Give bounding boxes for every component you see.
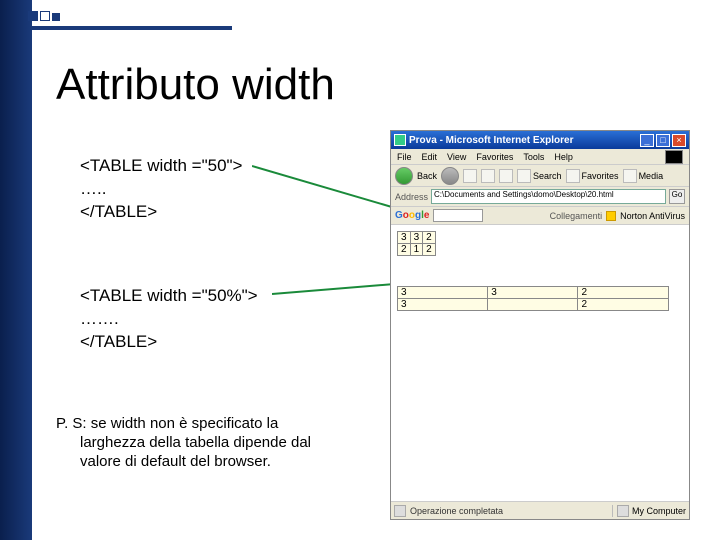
menu-edit[interactable]: Edit — [422, 152, 438, 162]
media-button[interactable]: Media — [623, 169, 664, 183]
google-search-input[interactable] — [433, 209, 483, 222]
computer-icon — [617, 505, 629, 517]
code-example-2: <TABLE width ="50%"> ……. </TABLE> — [80, 285, 258, 354]
code-line: <TABLE width ="50%"> — [80, 285, 258, 308]
zone-label: My Computer — [632, 506, 686, 516]
code-line: ……. — [80, 308, 258, 331]
slide-title: Attributo width — [56, 60, 335, 110]
table-row: 212 — [398, 244, 436, 256]
code-line: </TABLE> — [80, 331, 258, 354]
table-row: 332 — [398, 232, 436, 244]
windows-flag-icon — [665, 150, 683, 164]
browser-menubar: File Edit View Favorites Tools Help — [391, 149, 689, 165]
browser-titlebar[interactable]: Prova - Microsoft Internet Explorer _ □ … — [391, 131, 689, 149]
table-row: 32 — [398, 299, 669, 311]
code-line: ….. — [80, 178, 243, 201]
slide-side-decoration — [0, 0, 32, 540]
slide-rule-decoration — [32, 26, 232, 30]
address-input[interactable]: C:\Documents and Settings\domo\Desktop\2… — [431, 189, 666, 204]
slide-squares-decoration — [28, 8, 62, 26]
refresh-button[interactable] — [481, 169, 495, 183]
favorites-button[interactable]: Favorites — [566, 169, 619, 183]
security-zone: My Computer — [612, 505, 686, 517]
status-icon — [394, 505, 406, 517]
browser-window: Prova - Microsoft Internet Explorer _ □ … — [390, 130, 690, 520]
close-button[interactable]: × — [672, 134, 686, 147]
maximize-button[interactable]: □ — [656, 134, 670, 147]
example-table-50pct: 332 32 — [397, 286, 669, 311]
menu-file[interactable]: File — [397, 152, 412, 162]
example-table-50px: 332 212 — [397, 231, 436, 256]
code-example-1: <TABLE width ="50"> ….. </TABLE> — [80, 155, 243, 224]
forward-button[interactable] — [441, 167, 459, 185]
back-button[interactable] — [395, 167, 413, 185]
google-toolbar-logo[interactable]: Google — [395, 210, 429, 221]
menu-tools[interactable]: Tools — [523, 152, 544, 162]
menu-view[interactable]: View — [447, 152, 466, 162]
menu-help[interactable]: Help — [554, 152, 573, 162]
search-button[interactable]: Search — [517, 169, 562, 183]
ie-icon — [394, 134, 406, 146]
window-title: Prova - Microsoft Internet Explorer — [409, 135, 640, 146]
code-line: <TABLE width ="50"> — [80, 155, 243, 178]
menu-favorites[interactable]: Favorites — [476, 152, 513, 162]
minimize-button[interactable]: _ — [640, 134, 654, 147]
status-text: Operazione completata — [410, 506, 608, 516]
norton-icon[interactable] — [606, 211, 616, 221]
back-label[interactable]: Back — [417, 171, 437, 181]
address-label: Address — [395, 192, 428, 202]
browser-address-bar: Address C:\Documents and Settings\domo\D… — [391, 187, 689, 207]
browser-statusbar: Operazione completata My Computer — [391, 501, 689, 519]
postscript-note: P. S: se width non è specificato la larg… — [56, 415, 346, 471]
table-row: 332 — [398, 287, 669, 299]
ps-line: valore di default del browser. — [56, 453, 346, 472]
stop-button[interactable] — [463, 169, 477, 183]
ps-line: larghezza della tabella dipende dal — [56, 434, 346, 453]
browser-nav-toolbar: Back Search Favorites Media — [391, 165, 689, 187]
code-line: </TABLE> — [80, 201, 243, 224]
go-button[interactable]: Go — [669, 189, 685, 204]
norton-label: Norton AntiVirus — [620, 211, 685, 221]
browser-content: 332 212 332 32 — [391, 225, 689, 501]
links-label[interactable]: Collegamenti — [550, 211, 603, 221]
ps-line: P. S: se width non è specificato la — [56, 415, 278, 432]
browser-links-bar: Google Collegamenti Norton AntiVirus — [391, 207, 689, 225]
home-button[interactable] — [499, 169, 513, 183]
